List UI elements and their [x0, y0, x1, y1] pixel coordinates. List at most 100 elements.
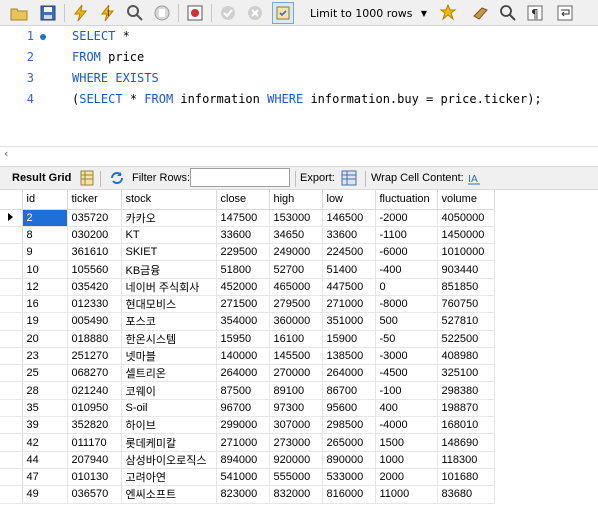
cell-low[interactable]: 95600: [322, 399, 376, 418]
table-row[interactable]: 8 030200 KT 33600 34650 33600 -1100 1450000: [0, 226, 495, 245]
cell-id[interactable]: 10: [22, 260, 68, 279]
cell-low[interactable]: 816000: [322, 485, 376, 504]
cell-ticker[interactable]: 035720: [67, 209, 122, 227]
cell-volume[interactable]: 522500: [437, 330, 495, 348]
cell-stock[interactable]: KT: [121, 226, 217, 245]
cell-ticker[interactable]: 010950: [67, 399, 122, 418]
stop-icon[interactable]: [151, 2, 173, 24]
cell-fluctuation[interactable]: 500: [375, 312, 438, 331]
cell-close[interactable]: 271500: [216, 295, 270, 314]
table-row[interactable]: 39 352820 하이브 299000 307000 298500 -4000 168010: [0, 416, 495, 435]
table-row[interactable]: 49 036570 엔씨소프트 823000 832000 816000 11000 8368…: [0, 485, 495, 504]
cell-stock[interactable]: 현대모비스: [121, 295, 217, 314]
invisible-chars-icon[interactable]: ¶: [524, 2, 546, 24]
cell-high[interactable]: 249000: [269, 243, 323, 262]
cell-low[interactable]: 271000: [322, 295, 376, 314]
sql-editor[interactable]: 1 SELECT * 2 FROM price 3 WHERE EXISTS 4 (SELEC…: [0, 26, 598, 146]
grid-view-icon[interactable]: [80, 170, 94, 190]
cell-low[interactable]: 15900: [322, 330, 376, 348]
table-row[interactable]: 44 207940 삼성바이오로직스 894000 920000 890000 1000 11…: [0, 451, 495, 469]
table-row[interactable]: 9 361610 SKIET 229500 249000 224500 -6000 10100…: [0, 243, 495, 262]
cell-high[interactable]: 34650: [269, 226, 323, 245]
cell-stock[interactable]: 고려아연: [121, 468, 217, 487]
cell-fluctuation[interactable]: -50: [375, 330, 438, 348]
cell-low[interactable]: 533000: [322, 468, 376, 487]
cell-close[interactable]: 541000: [216, 468, 270, 487]
cell-stock[interactable]: 하이브: [121, 416, 217, 435]
cell-fluctuation[interactable]: -4000: [375, 416, 438, 435]
table-row[interactable]: 42 011170 롯데케미칼 271000 273000 265000 1500 14869…: [0, 433, 495, 452]
table-row[interactable]: 25 068270 셀트리온 264000 270000 264000 -4500 32510…: [0, 364, 495, 383]
cell-close[interactable]: 452000: [216, 278, 270, 296]
cell-volume[interactable]: 4050000: [437, 209, 495, 227]
cell-volume[interactable]: 760750: [437, 295, 495, 314]
row-header[interactable]: [0, 364, 23, 383]
cell-high[interactable]: 279500: [269, 295, 323, 314]
scroll-left-icon[interactable]: ‹: [4, 147, 8, 160]
result-grid-tab[interactable]: Result Grid: [12, 171, 71, 186]
cell-low[interactable]: 264000: [322, 364, 376, 383]
cell-ticker[interactable]: 105560: [67, 260, 122, 279]
row-header[interactable]: [0, 226, 23, 245]
cell-high[interactable]: 145500: [269, 347, 323, 366]
table-row[interactable]: 23 251270 넷마블 140000 145500 138500 -3000 408980: [0, 347, 495, 366]
row-header[interactable]: [0, 485, 23, 504]
row-header[interactable]: [0, 381, 23, 400]
cell-high[interactable]: 832000: [269, 485, 323, 504]
cell-volume[interactable]: 118300: [437, 451, 495, 469]
row-header[interactable]: [0, 312, 23, 331]
cell-id[interactable]: 25: [22, 364, 68, 383]
table-row[interactable]: 35 010950 S-oil 96700 97300 95600 400 198870: [0, 399, 495, 418]
cell-high[interactable]: 465000: [269, 278, 323, 296]
cell-close[interactable]: 147500: [216, 209, 270, 227]
autocommit-icon[interactable]: [272, 2, 294, 24]
cell-volume[interactable]: 851850: [437, 278, 495, 296]
export-icon[interactable]: [341, 170, 357, 190]
cell-close[interactable]: 51800: [216, 260, 270, 279]
row-header[interactable]: [0, 416, 23, 435]
cell-id[interactable]: 8: [22, 226, 68, 245]
cell-stock[interactable]: 넷마블: [121, 347, 217, 366]
commit-icon[interactable]: [217, 2, 239, 24]
cell-fluctuation[interactable]: -6000: [375, 243, 438, 262]
cell-fluctuation[interactable]: 0: [375, 278, 438, 296]
cell-stock[interactable]: SKIET: [121, 243, 217, 262]
cell-close[interactable]: 264000: [216, 364, 270, 383]
cell-fluctuation[interactable]: 400: [375, 399, 438, 418]
cell-volume[interactable]: 1010000: [437, 243, 495, 262]
open-folder-icon[interactable]: [8, 2, 30, 24]
column-header-fluctuation[interactable]: fluctuation: [375, 190, 438, 210]
table-row[interactable]: 12 035420 네이버 주식회사 452000 465000 447500 0 85185…: [0, 278, 495, 296]
cell-low[interactable]: 447500: [322, 278, 376, 296]
cell-fluctuation[interactable]: 11000: [375, 485, 438, 504]
cell-id[interactable]: 12: [22, 278, 68, 296]
column-header-close[interactable]: close: [216, 190, 270, 210]
cell-high[interactable]: 52700: [269, 260, 323, 279]
toggle-errors-icon[interactable]: [184, 2, 206, 24]
cell-ticker[interactable]: 036570: [67, 485, 122, 504]
cell-volume[interactable]: 198870: [437, 399, 495, 418]
cell-close[interactable]: 823000: [216, 485, 270, 504]
cell-volume[interactable]: 101680: [437, 468, 495, 487]
wrap-cell-icon[interactable]: IA: [467, 170, 481, 190]
cell-id[interactable]: 35: [22, 399, 68, 418]
cell-close[interactable]: 354000: [216, 312, 270, 331]
column-header-stock[interactable]: stock: [121, 190, 217, 210]
editor-line[interactable]: 2 FROM price: [0, 47, 598, 68]
editor-horizontal-scrollbar[interactable]: ‹: [0, 146, 598, 160]
row-header[interactable]: [0, 433, 23, 452]
cell-stock[interactable]: 네이버 주식회사: [121, 278, 217, 296]
cell-ticker[interactable]: 012330: [67, 295, 122, 314]
table-row[interactable]: 20 018880 한온시스템 15950 16100 15900 -50 522500: [0, 330, 495, 348]
cell-low[interactable]: 298500: [322, 416, 376, 435]
cell-id[interactable]: 44: [22, 451, 68, 469]
cell-volume[interactable]: 298380: [437, 381, 495, 400]
cell-high[interactable]: 270000: [269, 364, 323, 383]
row-header[interactable]: [0, 330, 23, 348]
cell-high[interactable]: 97300: [269, 399, 323, 418]
table-row[interactable]: 2 035720 카카오 147500 153000 146500 -2000 4050000: [0, 209, 495, 227]
table-row[interactable]: 47 010130 고려아연 541000 555000 533000 2000 101680: [0, 468, 495, 487]
cell-ticker[interactable]: 021240: [67, 381, 122, 400]
filter-rows-input[interactable]: [190, 168, 290, 187]
cell-ticker[interactable]: 005490: [67, 312, 122, 331]
